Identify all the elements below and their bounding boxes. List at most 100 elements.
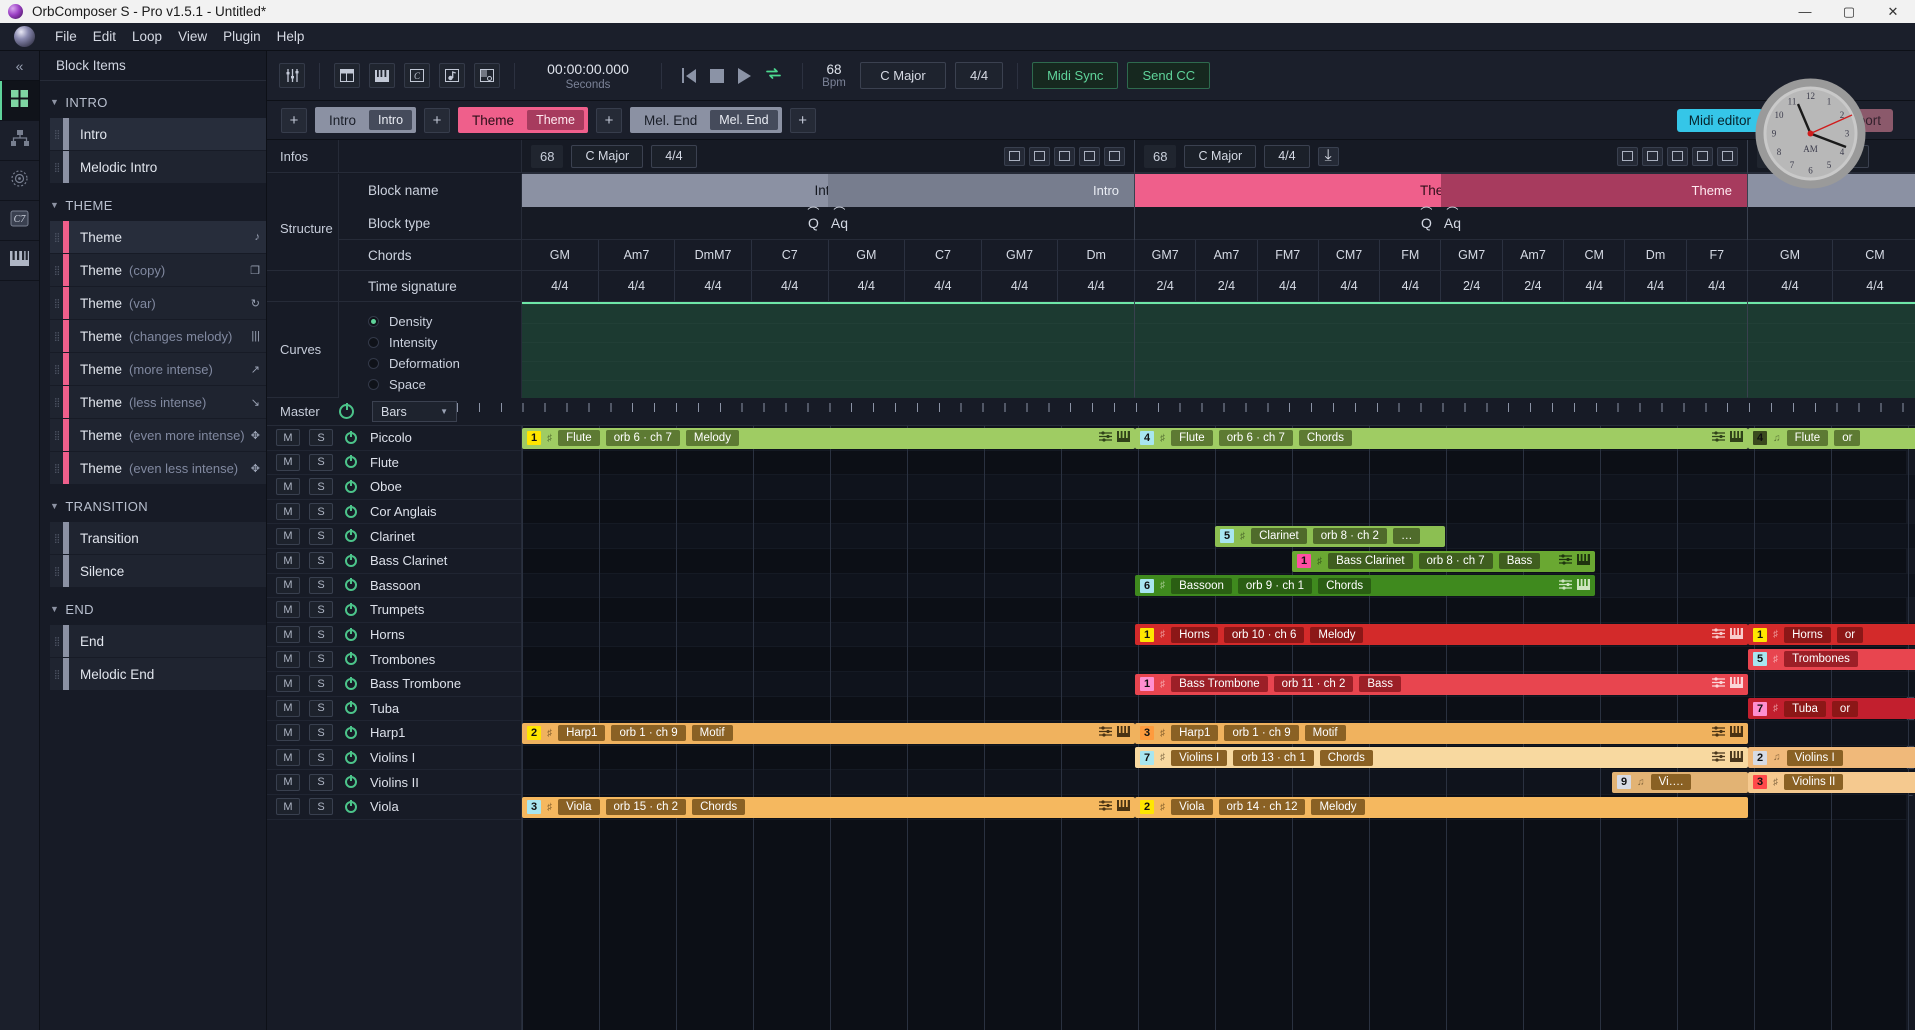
clip-pin-icon[interactable]: ♯ bbox=[1773, 654, 1778, 665]
clip-orb-channel[interactable]: orb 1 · ch 9 bbox=[611, 725, 686, 742]
clip-role[interactable]: Melody bbox=[1310, 626, 1364, 643]
drag-handle-icon[interactable]: ⣿ bbox=[50, 287, 63, 319]
master-power-icon[interactable] bbox=[339, 404, 354, 419]
clip-trombones[interactable]: 5 ♯ Trombones bbox=[1748, 648, 1915, 670]
chord-icon[interactable] bbox=[1667, 146, 1688, 166]
clip-bass-trombone[interactable]: 1 ♯ Bass Trombone orb 11 · ch 2 Bass bbox=[1135, 673, 1748, 695]
timesig-cell[interactable]: 2/4 bbox=[1135, 271, 1197, 301]
curve-option-space[interactable]: Space bbox=[368, 374, 521, 395]
solo-button[interactable]: S bbox=[309, 650, 333, 668]
clip-pin-icon[interactable]: ♯ bbox=[1773, 629, 1778, 640]
sidebar-item-action-icon[interactable]: ♪ bbox=[255, 231, 261, 243]
mute-button[interactable]: M bbox=[276, 453, 300, 471]
clip-pin-icon[interactable]: ♯ bbox=[547, 433, 552, 444]
solo-button[interactable]: S bbox=[309, 626, 333, 644]
timesig-cell[interactable]: 4/4 bbox=[752, 271, 829, 301]
clip-pin-icon[interactable]: ♯ bbox=[1160, 580, 1165, 591]
chord-cell[interactable]: C7 bbox=[752, 240, 829, 270]
clip-pin-icon[interactable]: ♯ bbox=[1773, 703, 1778, 714]
menu-file[interactable]: File bbox=[47, 26, 85, 47]
chord-cell[interactable]: Dm bbox=[1058, 240, 1135, 270]
timesig-cell[interactable]: 4/4 bbox=[1625, 271, 1687, 301]
clip-orb-channel[interactable]: or bbox=[1831, 700, 1859, 717]
radio-icon[interactable] bbox=[368, 379, 379, 390]
clip-piano-icon[interactable] bbox=[1577, 554, 1590, 568]
curve-plot[interactable] bbox=[1748, 302, 1915, 398]
clip-settings-icon[interactable] bbox=[1712, 751, 1725, 765]
play-button[interactable] bbox=[738, 67, 751, 84]
clip-orb-channel[interactable]: orb 6 · ch 7 bbox=[1218, 430, 1293, 446]
sidebar-item-action-icon[interactable]: ||| bbox=[251, 330, 260, 342]
sidebar-item-action-icon[interactable]: ✥ bbox=[251, 462, 260, 475]
track-power-icon[interactable] bbox=[345, 628, 357, 641]
solo-button[interactable]: S bbox=[309, 552, 333, 570]
solo-button[interactable]: S bbox=[309, 773, 333, 791]
clip-flute[interactable]: 1 ♯ Flute orb 6 · ch 7 Melody bbox=[522, 427, 1135, 449]
solo-button[interactable]: S bbox=[309, 699, 333, 717]
sidebar-item-theme[interactable]: ⣿ Theme ♪ bbox=[50, 221, 266, 253]
sidebar-item-silence[interactable]: ⣿ Silence bbox=[50, 555, 266, 587]
menu-loop[interactable]: Loop bbox=[124, 26, 170, 47]
clip-role[interactable]: Motif bbox=[1304, 725, 1346, 742]
mute-button[interactable]: M bbox=[276, 601, 300, 619]
lane-bass-clarinet[interactable] bbox=[522, 549, 1915, 574]
bpm-display[interactable]: 68 Bpm bbox=[817, 62, 851, 89]
clip-pin-icon[interactable]: ♯ bbox=[547, 728, 552, 739]
clip-role[interactable]: … bbox=[1392, 528, 1421, 545]
clip-flute[interactable]: 4 ♫ Flute or bbox=[1748, 427, 1915, 449]
clip-role[interactable]: Melody bbox=[685, 430, 739, 446]
timesig-cell[interactable]: 4/4 bbox=[1058, 271, 1135, 301]
block-type-cell[interactable]: Q Aq bbox=[1135, 207, 1747, 240]
clip-piano-icon[interactable] bbox=[1117, 800, 1130, 814]
solo-button[interactable]: S bbox=[309, 724, 333, 742]
track-power-icon[interactable] bbox=[345, 702, 357, 715]
download-icon[interactable]: ⤓ bbox=[1317, 146, 1339, 166]
curve-option-deformation[interactable]: Deformation bbox=[368, 353, 521, 374]
region-bpm[interactable]: 68 bbox=[531, 144, 564, 168]
mute-button[interactable]: M bbox=[276, 626, 300, 644]
mute-button[interactable]: M bbox=[276, 527, 300, 545]
add-block-button-1[interactable]: + bbox=[424, 107, 451, 133]
clip-pin-icon[interactable]: ♯ bbox=[1160, 752, 1165, 763]
clip-orb-channel[interactable]: orb 1 · ch 9 bbox=[1224, 725, 1299, 742]
chord-cell[interactable]: Am7 bbox=[1503, 240, 1565, 270]
clip-orb-channel[interactable]: orb 14 · ch 12 bbox=[1218, 799, 1306, 815]
timesig-cell[interactable]: 2/4 bbox=[1503, 271, 1565, 301]
timesig-cell[interactable]: 4/4 bbox=[1319, 271, 1381, 301]
lane-oboe[interactable] bbox=[522, 475, 1915, 500]
clip-piano-icon[interactable] bbox=[1730, 750, 1743, 765]
clip-vi-[interactable]: 9 ♫ Vi…. bbox=[1612, 771, 1748, 793]
drag-handle-icon[interactable]: ⣿ bbox=[50, 386, 63, 418]
clip-pin-icon[interactable]: ♯ bbox=[1773, 777, 1778, 788]
clip-settings-icon[interactable] bbox=[1559, 578, 1572, 593]
timesig-cell[interactable]: 4/4 bbox=[522, 271, 599, 301]
clip-role[interactable]: Motif bbox=[691, 725, 733, 742]
piano-icon[interactable] bbox=[1642, 146, 1663, 166]
clip-orb-channel[interactable]: orb 8 · ch 7 bbox=[1418, 553, 1493, 569]
piano-icon[interactable] bbox=[369, 63, 395, 88]
rail-item-orb[interactable] bbox=[0, 161, 39, 201]
key-select[interactable]: C Major bbox=[860, 62, 946, 89]
clip-settings-icon[interactable] bbox=[1099, 800, 1112, 814]
piano-icon[interactable] bbox=[1029, 146, 1050, 166]
drag-handle-icon[interactable]: ⣿ bbox=[50, 118, 63, 150]
drag-handle-icon[interactable]: ⣿ bbox=[50, 522, 63, 554]
track-power-icon[interactable] bbox=[345, 505, 357, 518]
midi-sync-button[interactable]: Midi Sync bbox=[1032, 62, 1119, 89]
track-power-icon[interactable] bbox=[345, 480, 357, 493]
mute-button[interactable]: M bbox=[276, 429, 300, 447]
chord-cell[interactable]: CM7 bbox=[1319, 240, 1381, 270]
chord-cell[interactable]: GM7 bbox=[982, 240, 1059, 270]
clip-role[interactable]: Chords bbox=[692, 799, 746, 815]
sidebar-item-transition[interactable]: ⣿ Transition bbox=[50, 522, 266, 554]
chord-cell[interactable]: FM bbox=[1380, 240, 1442, 270]
drag-handle-icon[interactable]: ⣿ bbox=[50, 320, 63, 352]
menu-edit[interactable]: Edit bbox=[85, 26, 124, 47]
region-key[interactable]: C Major bbox=[1184, 144, 1257, 168]
timesig-cell[interactable]: 4/4 bbox=[1748, 271, 1833, 301]
maximize-button[interactable]: ▢ bbox=[1827, 0, 1871, 23]
mute-button[interactable]: M bbox=[276, 675, 300, 693]
sidebar-item-melodic-intro[interactable]: ⣿ Melodic Intro bbox=[50, 151, 266, 183]
drag-handle-icon[interactable]: ⣿ bbox=[50, 151, 63, 183]
clip-horns[interactable]: 1 ♯ Horns or bbox=[1748, 624, 1915, 646]
